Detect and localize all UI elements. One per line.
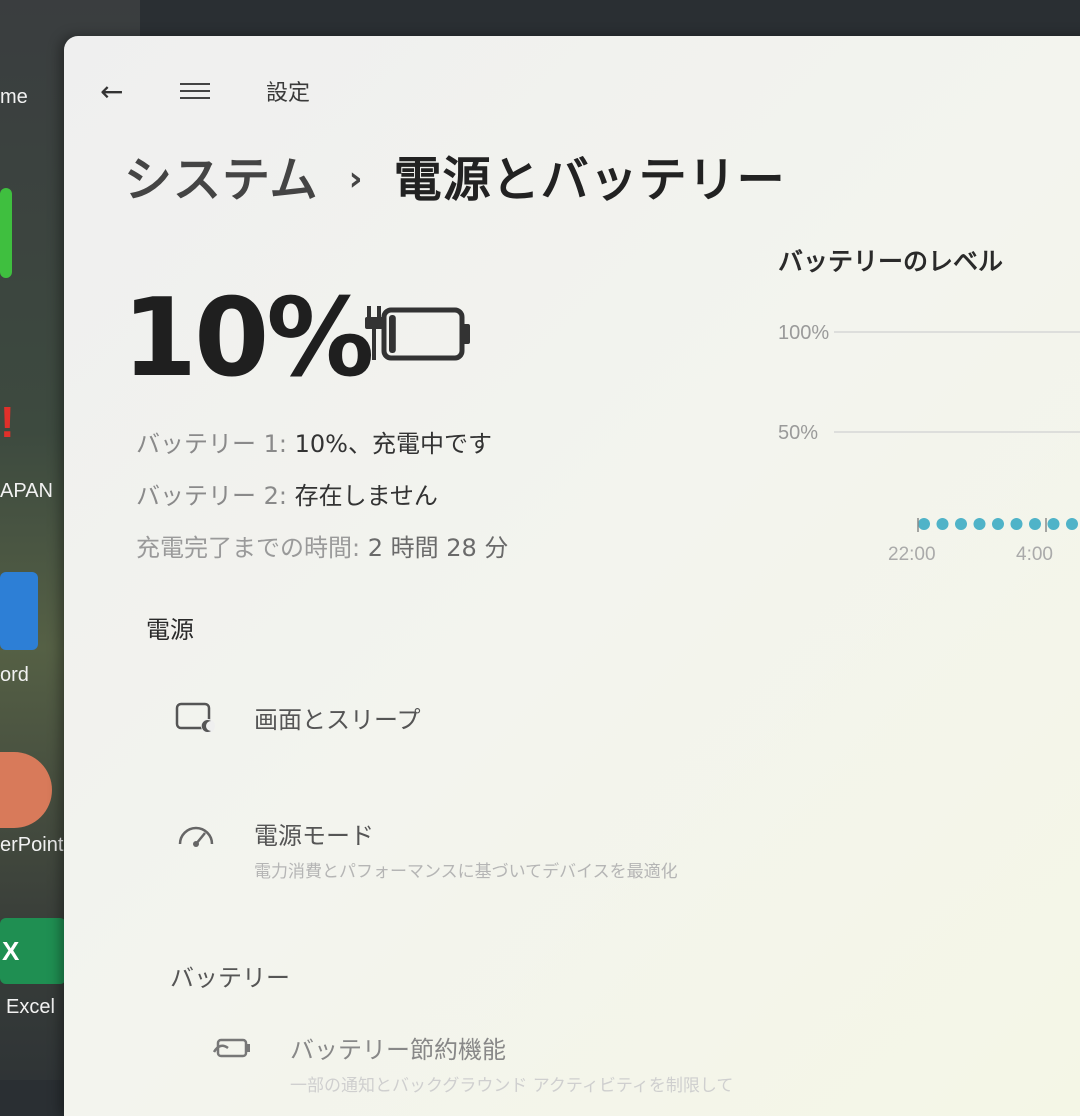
battery-saver-icon <box>210 1030 260 1068</box>
chart-data-point <box>918 518 930 530</box>
setting-title: 画面とスリープ <box>254 706 421 734</box>
breadcrumb-separator-icon: › <box>348 159 364 199</box>
desktop-app-icon-exclaim[interactable]: ! <box>0 398 15 448</box>
chart-data-point <box>1047 518 1060 530</box>
chart-data-point <box>936 518 949 530</box>
battery-2-label: バッテリー 2: <box>136 482 287 510</box>
setting-screen-sleep[interactable]: 画面とスリープ <box>174 700 421 738</box>
battery-1-status: バッテリー 1: 10%、充電中です <box>136 424 492 459</box>
setting-title: 電源モード <box>254 822 374 850</box>
desktop-app-label[interactable]: erPoint <box>0 834 63 857</box>
settings-window: ← 設定 システム › 電源とバッテリー 10% バッテリー 1: 10%、充電中で… <box>64 36 1080 1116</box>
excel-icon[interactable]: X <box>0 918 66 984</box>
chart-data-point <box>973 518 986 530</box>
setting-subtitle: 一部の通知とバックグラウンド アクティビティを制限して <box>290 1076 734 1096</box>
chart-x-tick-label: 4:00 <box>1016 544 1053 565</box>
chart-data-point <box>1029 518 1041 530</box>
chart-title: バッテリーのレベル <box>778 247 1004 276</box>
setting-power-mode[interactable]: 電源モード 電力消費とパフォーマンスに基づいてデバイスを最適化 <box>174 816 678 882</box>
desktop-app-label[interactable]: Excel <box>6 996 55 1019</box>
power-mode-gauge-icon <box>174 816 224 854</box>
chart-x-tick-label: 22:00 <box>888 544 936 565</box>
hamburger-menu-icon[interactable] <box>180 78 210 104</box>
page-title: 電源とバッテリー <box>393 152 786 208</box>
nav-bar: ← 設定 <box>100 75 311 108</box>
desktop-app-label[interactable]: APAN <box>0 480 53 503</box>
battery-charging-icon <box>365 306 470 361</box>
battery-percent: 10% <box>122 276 375 401</box>
breadcrumb-parent[interactable]: システム <box>124 152 319 208</box>
chart-y-tick-label: 50% <box>778 422 818 444</box>
desktop-app-icon[interactable] <box>0 188 12 278</box>
charge-time-status: 充電完了までの時間: 2 時間 28 分 <box>136 528 508 563</box>
charge-time-label: 充電完了までの時間: <box>136 534 361 562</box>
chart-data-point <box>955 518 967 530</box>
battery-level-chart: 100% 50% 22:00 4:00 <box>778 322 1080 565</box>
breadcrumb: システム › 電源とバッテリー <box>124 140 786 210</box>
setting-title: バッテリー節約機能 <box>290 1036 506 1064</box>
setting-subtitle: 電力消費とパフォーマンスに基づいてデバイスを最適化 <box>254 862 678 882</box>
app-title: 設定 <box>266 81 311 106</box>
powerpoint-icon[interactable] <box>0 752 52 828</box>
setting-battery-saver[interactable]: バッテリー節約機能 一部の通知とバックグラウンド アクティビティを制限して <box>210 1030 733 1096</box>
section-heading-battery: バッテリー <box>170 964 290 992</box>
chart-y-tick-label: 100% <box>778 322 829 344</box>
excel-icon-letter: X <box>2 936 20 966</box>
chart-data-point <box>1066 518 1078 530</box>
screen-sleep-icon <box>174 700 224 738</box>
battery-2-status: バッテリー 2: 存在しません <box>136 476 438 511</box>
back-arrow-icon[interactable]: ← <box>100 75 150 108</box>
charge-time-value: 2 時間 28 分 <box>367 534 509 562</box>
battery-1-value: 10%、充電中です <box>294 430 492 458</box>
desktop-app-label[interactable]: me <box>0 86 28 109</box>
section-heading-power: 電源 <box>146 616 194 644</box>
battery-level-fill <box>389 315 396 353</box>
battery-2-value: 存在しません <box>294 482 438 510</box>
chart-data-point <box>1010 518 1023 530</box>
desktop-app-label[interactable]: ord <box>0 664 29 687</box>
battery-1-label: バッテリー 1: <box>136 430 287 458</box>
chart-data-point <box>992 518 1004 530</box>
word-icon[interactable] <box>0 572 38 650</box>
